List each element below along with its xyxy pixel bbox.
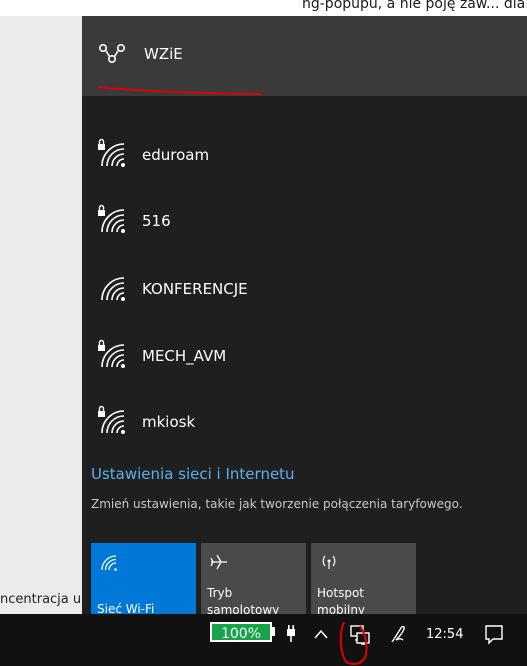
wifi-icon (101, 277, 125, 301)
wifi-secured-icon (98, 138, 125, 167)
taskbar-clock[interactable]: 12:54 (426, 627, 463, 642)
network-item-516[interactable]: 516 (82, 190, 527, 252)
red-circle-annotation (339, 621, 368, 665)
connected-network-row[interactable]: WZiE (82, 16, 527, 96)
mobile-hotspot-label-line1: Hotspot (317, 586, 364, 600)
airplane-mode-label-line1: Tryb (207, 586, 233, 600)
wifi-toggle-tile[interactable]: Sieć Wi-Fi (91, 543, 196, 623)
wifi-secured-icon (98, 405, 125, 434)
quick-actions: Sieć Wi-Fi Tryb samolotowy Hotspot mobil… (91, 543, 527, 623)
network-name: MECH_AVM (142, 347, 227, 365)
battery-tip (272, 627, 275, 636)
action-center-icon[interactable] (484, 624, 504, 646)
taskbar: 100% 12:54 (0, 614, 527, 666)
wifi-secured-icon (98, 204, 125, 233)
connected-network-name: WZiE (144, 45, 183, 63)
network-name: KONFERENCJE (142, 280, 248, 298)
network-item-mech-avm[interactable]: MECH_AVM (82, 325, 527, 387)
hotspot-icon (322, 555, 336, 569)
airplane-icon (210, 554, 227, 570)
mobile-hotspot-tile[interactable]: Hotspot mobilny (311, 543, 416, 623)
network-name: mkiosk (142, 413, 196, 431)
wifi-icon (101, 555, 117, 571)
power-plug-icon[interactable] (284, 624, 298, 644)
network-item-mkiosk[interactable]: mkiosk (82, 391, 527, 453)
network-settings-link[interactable]: Ustawienia sieci i Internetu (91, 465, 295, 483)
red-underline-annotation (97, 86, 263, 95)
airplane-mode-tile[interactable]: Tryb samolotowy (201, 543, 306, 623)
background-app-top-strip: ng-popupu, a nie poję zaw... dla... (0, 0, 527, 16)
pen-workspace-icon[interactable] (389, 624, 411, 646)
wired-ethernet-icon (98, 43, 125, 64)
chevron-up-icon[interactable] (314, 628, 328, 640)
network-settings-subtitle: Zmień ustawienia, takie jak tworzenie po… (91, 497, 463, 511)
network-flyout: WZiE eduroam 516 KONFERENCJE MECH_AVM mk… (82, 16, 527, 623)
network-name: eduroam (142, 146, 210, 164)
background-app-top-text: ng-popupu, a nie poję zaw... dla... (302, 0, 527, 12)
network-name: 516 (142, 212, 171, 230)
background-app-pane (0, 16, 82, 614)
wifi-secured-icon (98, 339, 125, 368)
battery-indicator[interactable]: 100% (210, 622, 272, 642)
network-item-eduroam[interactable]: eduroam (82, 124, 527, 186)
background-app-text: ncentracja u (0, 592, 82, 607)
network-item-konferencje[interactable]: KONFERENCJE (82, 258, 527, 320)
